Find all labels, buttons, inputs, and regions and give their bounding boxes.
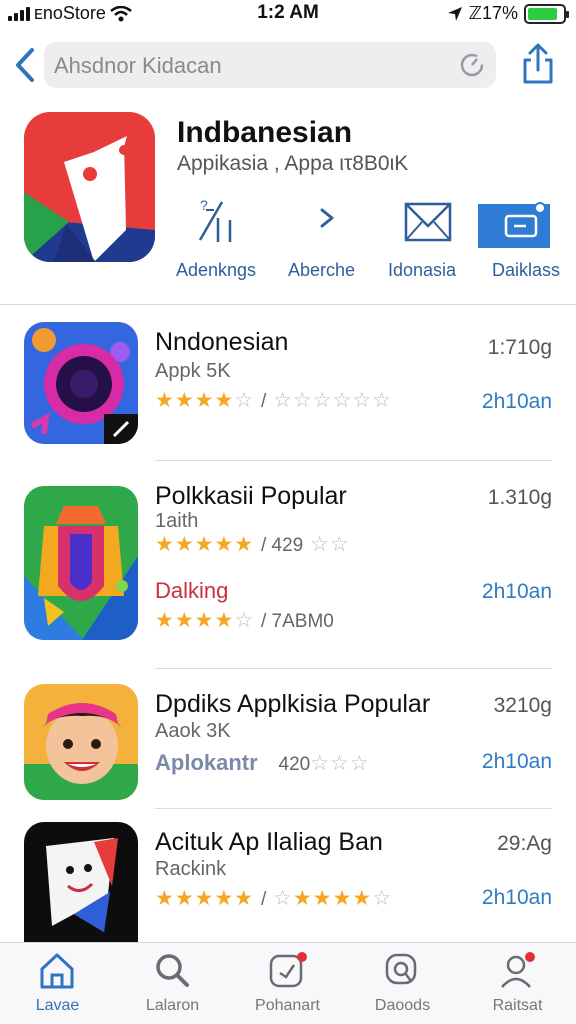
tab-label: Raitsat [492,997,543,1014]
action-label: Adenkngs [176,260,257,280]
share-icon[interactable] [518,42,558,88]
star-rating-empty: ☆ [234,609,255,632]
get-link[interactable]: 2h10an [482,390,552,414]
tab-bar: Lavae Lalaron Pohanart Daoods Raitsat [0,942,576,1024]
action-label: Aberche [288,260,356,280]
tab-label: Daoods [374,997,431,1014]
app-sub-rating: ★★★★☆ / 7ABM0 [155,608,334,633]
app-subtitle: Appk 5K [155,360,231,382]
search-placeholder: Ahsdnor Kidacan [54,53,222,78]
star-rating-filled: ★★★★ [155,609,235,632]
profile-badge-icon [501,952,535,988]
chevron-right-icon [320,208,334,228]
list-item[interactable]: Polkkasii Popular 1aith ★★★★★ / 429 ☆☆ D… [0,482,576,656]
app-subtitle: Rackink [155,858,227,880]
app-title: Polkkasii Popular [155,482,347,510]
search-icon [156,954,189,987]
rating-text: / 7ABM0 [260,611,334,632]
star-rating-filled: ★★★★ [292,887,373,910]
app-rating: ★★★★★ / ☆★★★★☆ [155,886,392,911]
star-rating-empty: ☆ [372,887,393,910]
app-size: 1:710g [487,336,552,359]
action-label: Idonasia [388,260,457,280]
app-rating: ★★★★☆ / ☆☆☆☆☆☆ [155,388,392,413]
tab-lavae[interactable]: Lavae [0,943,115,1024]
rating-text: 420 [278,754,311,775]
featured-app-title: Indbanesian [177,116,353,149]
star-rating-empty: ☆☆ [310,533,350,556]
app-subtitle: 1aith [155,510,199,532]
featured-app-subtitle: Appikasia , Appa ιτ8B0ιK [177,152,409,175]
tab-label: Lalaron [145,997,200,1014]
app-rating: ★★★★★ / 429 ☆☆ [155,532,350,557]
home-icon [40,953,74,989]
app-size: 3210g [493,694,552,717]
battery-level [528,7,557,20]
rating-text: / [260,391,267,412]
app-title: Dpdiks Applkisia Popular [155,690,431,718]
mail-icon [404,202,452,242]
tab-label: Pohanart [255,997,320,1014]
battery-percent: ℤ17% [468,3,518,23]
app-icon[interactable] [24,486,138,640]
app-icon[interactable] [24,322,138,444]
star-rating-empty: ☆☆☆ [310,752,370,775]
action-aberche[interactable]: Aberche [288,196,368,286]
star-rating-filled: ★★★★★ [155,887,255,910]
list-item[interactable]: Acituk Ap Ilaliag Ban Rackink ★★★★★ / ☆★… [0,822,576,942]
get-link[interactable]: 2h10an [482,750,552,774]
star-rating-empty: ☆ [273,887,293,910]
star-rating-empty: ☆☆☆☆☆☆ [273,389,393,412]
app-icon[interactable] [24,684,138,800]
app-size: 29:Ag [497,832,552,855]
tab-daoods[interactable]: Daoods [345,943,460,1024]
search-input[interactable]: Ahsdnor Kidacan [44,42,496,88]
action-label: Daiklass [492,260,561,280]
action-daiklass[interactable]: Daiklass [476,196,572,286]
back-chevron-icon[interactable] [12,46,36,84]
app-title: Nndonesian [155,328,289,356]
app-icon[interactable] [24,822,138,942]
status-right: ℤ17% [447,3,569,24]
section-divider [0,304,576,305]
row-divider [155,668,552,669]
compass-badge-icon [269,952,307,988]
tab-label: Lavae [35,997,80,1014]
status-bar: ᴇnoStore 1:2 AM ℤ17% [0,0,576,28]
tab-raitsat[interactable]: Raitsat [460,943,575,1024]
rating-text: / 429 [260,535,304,556]
star-rating-filled: ★★★★ [155,389,235,412]
row-divider [155,460,552,461]
app-label-faded: Aplokantr [155,750,258,775]
battery-icon [524,3,569,24]
refresh-icon[interactable] [458,51,486,79]
action-adenkngs[interactable]: ? Adenkngs [176,196,272,286]
action-idonasia[interactable]: Idonasia [388,196,472,286]
screen-card-icon [478,202,550,248]
rating-text: / [260,889,267,910]
list-item[interactable]: Nndonesian Appk 5K ★★★★☆ / ☆☆☆☆☆☆ 1:710g… [0,322,576,462]
row-divider [155,808,552,809]
get-link[interactable]: 2h10an [482,886,552,910]
search-bubble-icon [385,953,417,985]
app-size: 1.310g [487,486,552,509]
app-title: Acituk Ap Ilaliag Ban [155,828,383,856]
star-rating-empty: ☆ [234,389,255,412]
tab-pohanart[interactable]: Pohanart [230,943,345,1024]
get-link[interactable]: 2h10an [482,580,552,604]
highlight-label: Dalking [155,578,229,603]
list-item[interactable]: Dpdiks Applkisia Popular Aaok 3K Aplokan… [0,684,576,802]
location-arrow-icon [447,6,462,21]
tab-lalaron[interactable]: Lalaron [115,943,230,1024]
app-subtitle: Aaok 3K [155,720,231,742]
star-rating-filled: ★★★★★ [155,533,255,556]
featured-app-icon[interactable] [24,112,155,262]
app-rating: Aplokantr 420☆☆☆ [155,750,370,776]
chart-lines-icon: ? [198,197,232,242]
